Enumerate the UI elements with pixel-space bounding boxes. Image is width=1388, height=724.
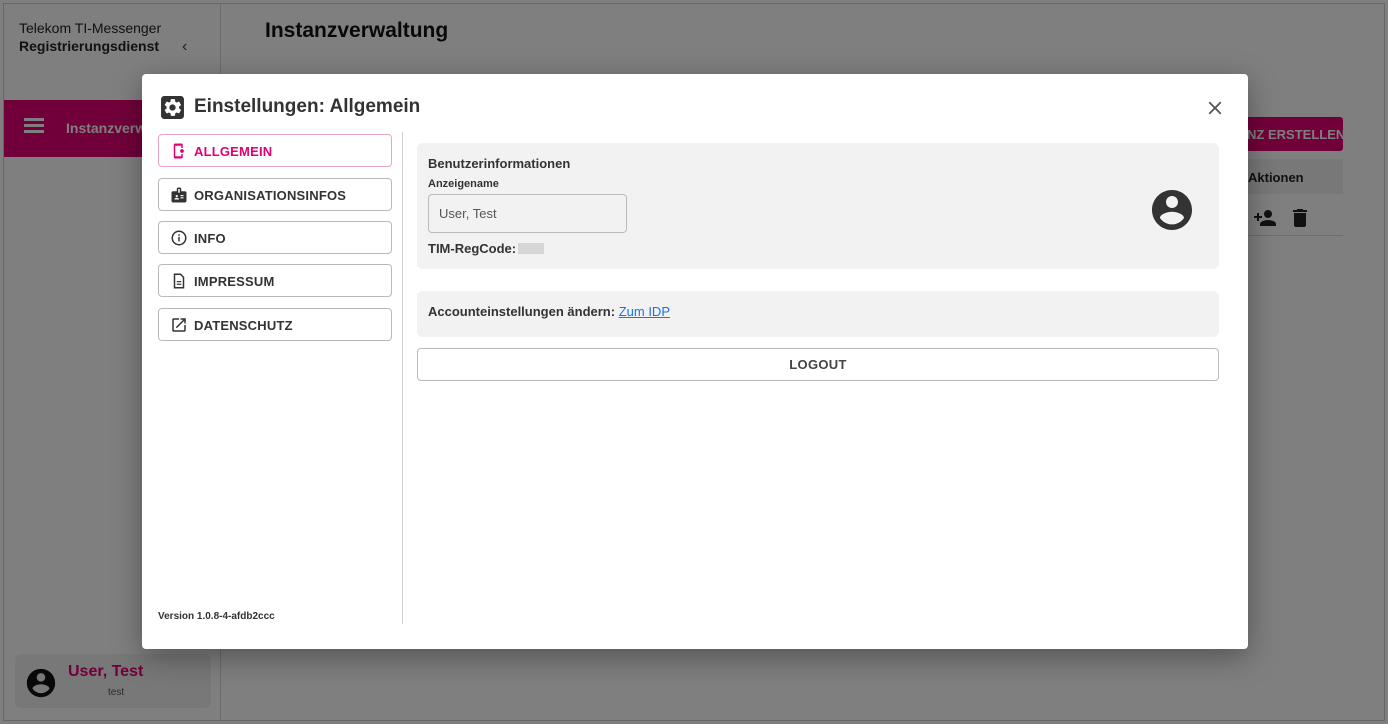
close-icon[interactable] bbox=[1204, 97, 1226, 119]
badge-icon bbox=[171, 187, 187, 203]
account-settings-row: Accounteinstellungen ändern: Zum IDP bbox=[428, 304, 670, 319]
idp-link[interactable]: Zum IDP bbox=[619, 304, 670, 319]
vertical-divider bbox=[402, 132, 403, 624]
account-settings-label: Accounteinstellungen ändern: bbox=[428, 304, 616, 319]
open-in-new-icon bbox=[172, 318, 186, 332]
regcode-value-redacted bbox=[518, 243, 545, 254]
menu-label: DATENSCHUTZ bbox=[194, 318, 293, 333]
section-title: Benutzerinformationen bbox=[428, 156, 571, 171]
menu-allgemein-button[interactable]: ALLGEMEIN bbox=[158, 134, 392, 167]
dialog-title: Einstellungen: Allgemein bbox=[194, 96, 421, 117]
display-name-field[interactable] bbox=[428, 194, 627, 233]
menu-label: IMPRESSUM bbox=[194, 274, 275, 289]
settings-dialog: Einstellungen: Allgemein ALLGEMEIN ORGAN… bbox=[142, 74, 1248, 649]
version-label: Version 1.0.8-4-afdb2ccc bbox=[158, 611, 275, 622]
account-circle-icon bbox=[1152, 190, 1192, 230]
settings-phone-icon bbox=[173, 143, 184, 159]
settings-gear-icon bbox=[161, 96, 184, 119]
menu-label: ORGANISATIONSINFOS bbox=[194, 188, 347, 203]
info-icon bbox=[171, 230, 187, 246]
regcode-row: TIM-RegCode: bbox=[428, 241, 545, 256]
user-info-panel: Benutzerinformationen Anzeigename TIM-Re… bbox=[417, 143, 1219, 269]
menu-organisationsinfos-button[interactable]: ORGANISATIONSINFOS bbox=[158, 178, 392, 211]
regcode-label: TIM-RegCode: bbox=[428, 241, 517, 256]
menu-label: ALLGEMEIN bbox=[194, 144, 273, 159]
document-icon bbox=[173, 273, 185, 289]
logout-button[interactable]: LOGOUT bbox=[417, 348, 1219, 381]
menu-info-button[interactable]: INFO bbox=[158, 221, 392, 254]
menu-label: INFO bbox=[194, 231, 226, 246]
display-name-label: Anzeigename bbox=[428, 178, 499, 190]
account-settings-panel: Accounteinstellungen ändern: Zum IDP bbox=[417, 291, 1219, 337]
menu-impressum-button[interactable]: IMPRESSUM bbox=[158, 264, 392, 297]
menu-datenschutz-button[interactable]: DATENSCHUTZ bbox=[158, 308, 392, 341]
